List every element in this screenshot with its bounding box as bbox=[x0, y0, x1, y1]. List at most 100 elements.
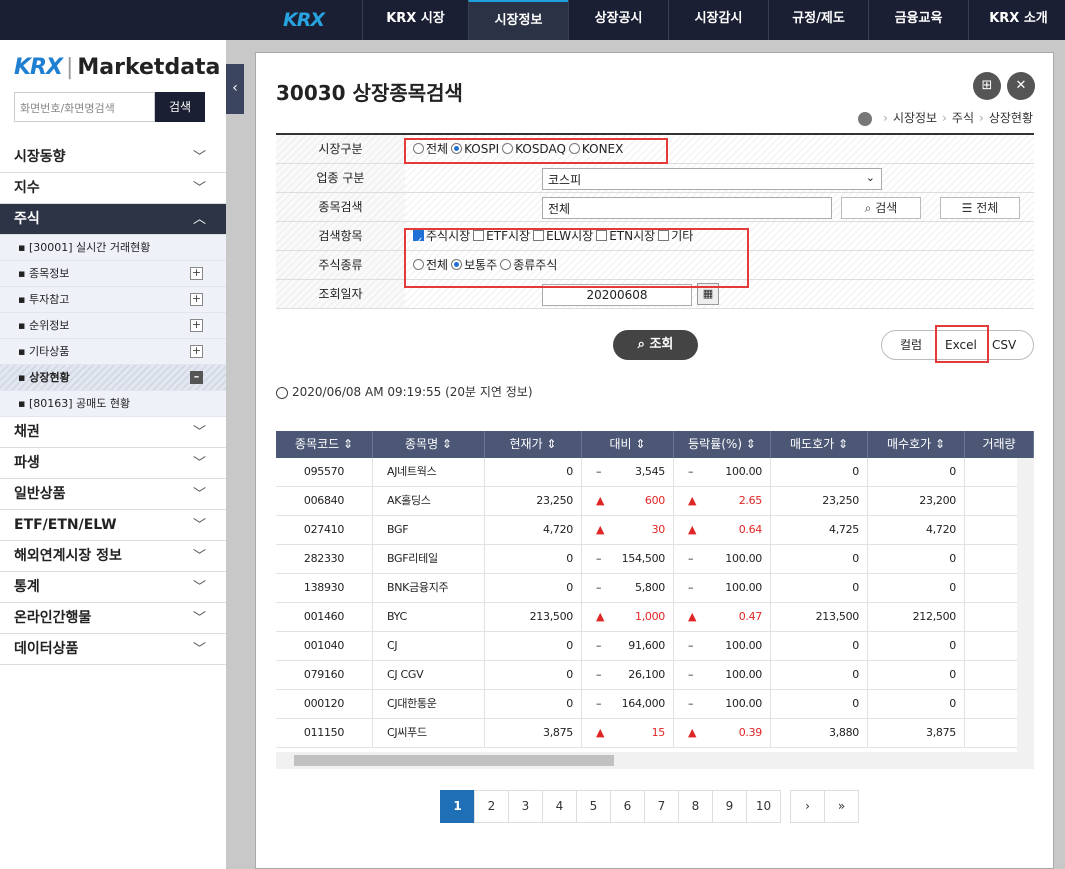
page-button[interactable]: 7 bbox=[644, 790, 679, 823]
top-nav-item[interactable]: KRX 소개 bbox=[968, 0, 1065, 40]
page-button[interactable]: 6 bbox=[610, 790, 645, 823]
sidebar-subitem[interactable]: ▪ [80163] 공매도 현황 bbox=[0, 391, 226, 417]
top-nav-item[interactable]: 상장공시 bbox=[568, 0, 668, 40]
sidebar-item[interactable]: 파생 ﹀ bbox=[0, 448, 226, 479]
industry-select[interactable]: 코스피 ⌄ bbox=[542, 168, 882, 190]
sidebar-subitem-label: ▪ 기타상품 bbox=[18, 345, 70, 358]
page-button[interactable]: 2 bbox=[474, 790, 509, 823]
table-row[interactable]: 138930 BNK금융지주 0–5,800–100.00 0 0 bbox=[276, 574, 1034, 603]
cell-change: ▲ 1,000 bbox=[582, 603, 674, 631]
brand[interactable]: KRX | Marketdata bbox=[14, 55, 220, 80]
chevron-down-icon: ﹀ bbox=[192, 518, 206, 533]
cell-rate: – 100.00 bbox=[674, 632, 771, 660]
brand-logo: KRX bbox=[14, 55, 63, 80]
page-button[interactable]: 10 bbox=[746, 790, 781, 823]
vertical-scrollbar[interactable] bbox=[1017, 458, 1034, 753]
sidebar-item[interactable]: 지수 ﹀ bbox=[0, 173, 226, 204]
stock-search-input[interactable]: 전체 bbox=[542, 197, 832, 219]
chevron-down-icon: ﹀ bbox=[192, 425, 206, 440]
screen-search-button[interactable]: 검색 bbox=[155, 92, 205, 122]
breadcrumb-item[interactable]: 상장현황 bbox=[989, 111, 1033, 125]
chevron-right-icon: › bbox=[979, 111, 984, 125]
sidebar-subitem[interactable]: ▪ 상장현황 – bbox=[0, 365, 226, 391]
sidebar-item[interactable]: 주식 ︿ bbox=[0, 204, 226, 235]
plus-icon[interactable]: + bbox=[190, 319, 203, 332]
home-icon[interactable] bbox=[858, 111, 873, 126]
minus-icon[interactable]: – bbox=[190, 371, 203, 384]
change-value: 100.00 bbox=[725, 668, 762, 681]
page-button[interactable]: 5 bbox=[576, 790, 611, 823]
page-button[interactable]: 3 bbox=[508, 790, 543, 823]
table-row[interactable]: 006840 AK홀딩스 23,250 ▲ 600 ▲ 2.65 23,250 23,200 bbox=[276, 487, 1034, 516]
screen-search-input[interactable]: 화면번호/화면명검색 bbox=[14, 92, 155, 122]
sidebar-subitem[interactable]: ▪ [30001] 실시간 거래현황 bbox=[0, 235, 226, 261]
query-button-label: 조회 bbox=[649, 337, 674, 352]
sidebar-item-label: 채권 bbox=[14, 424, 40, 440]
sidebar-item[interactable]: ETF/ETN/ELW ﹀ bbox=[0, 510, 226, 541]
close-icon[interactable]: ✕ bbox=[1007, 72, 1035, 100]
next-page-button[interactable]: › bbox=[790, 790, 825, 823]
breadcrumb-item[interactable]: 주식 bbox=[952, 111, 974, 125]
top-nav-item[interactable]: 시장감시 bbox=[668, 0, 768, 40]
sidebar-subitem-label: ▪ [80163] 공매도 현황 bbox=[18, 397, 131, 410]
sidebar-item[interactable]: 통계 ﹀ bbox=[0, 572, 226, 603]
sidebar-subitem-label: ▪ 종목정보 bbox=[18, 267, 70, 280]
plus-icon[interactable]: + bbox=[190, 293, 203, 306]
table-column-header[interactable]: 종목명 ⇕ bbox=[373, 431, 485, 458]
plus-icon[interactable]: + bbox=[190, 267, 203, 280]
table-column-header[interactable]: 종목코드 ⇕ bbox=[276, 431, 373, 458]
sidebar-collapse-button[interactable]: ‹ bbox=[226, 64, 244, 114]
last-page-button[interactable]: » bbox=[824, 790, 859, 823]
sidebar-subitem[interactable]: ▪ 투자참고 + bbox=[0, 287, 226, 313]
sidebar-subitem[interactable]: ▪ 종목정보 + bbox=[0, 261, 226, 287]
horizontal-scrollbar[interactable] bbox=[276, 752, 1034, 769]
sidebar-item[interactable]: 일반상품 ﹀ bbox=[0, 479, 226, 510]
search-icon: ⌕ bbox=[637, 337, 650, 352]
table-row[interactable]: 027410 BGF 4,720 ▲ 30 ▲ 0.64 4,725 4,720 bbox=[276, 516, 1034, 545]
up-arrow-icon: ▲ bbox=[596, 610, 605, 623]
table-row[interactable]: 282330 BGF리테일 0–154,500–100.00 0 0 bbox=[276, 545, 1034, 574]
table-row[interactable]: 079160 CJ CGV 0–26,100–100.00 0 0 bbox=[276, 661, 1034, 690]
expand-icon[interactable]: ⊞ bbox=[973, 72, 1001, 100]
sidebar-subitem[interactable]: ▪ 순위정보 + bbox=[0, 313, 226, 339]
sidebar-item[interactable]: 해외연계시장 정보 ﹀ bbox=[0, 541, 226, 572]
column-button[interactable]: 컬럼 bbox=[900, 331, 922, 359]
table-row[interactable]: 000120 CJ대한통운 0–164,000–100.00 0 0 bbox=[276, 690, 1034, 719]
table-column-header[interactable]: 대비 ⇕ bbox=[582, 431, 674, 458]
sidebar-subitem-label: ▪ [30001] 실시간 거래현황 bbox=[18, 241, 151, 254]
top-nav-item[interactable]: 규정/제도 bbox=[768, 0, 868, 40]
table-column-header[interactable]: 매수호가 ⇕ bbox=[868, 431, 965, 458]
table-row[interactable]: 095570 AJ네트웍스 0–3,545–100.00 0 0 bbox=[276, 458, 1034, 487]
table-column-header[interactable]: 거래량 bbox=[965, 431, 1034, 458]
top-nav-item[interactable]: 시장정보 bbox=[468, 0, 568, 40]
table-column-header[interactable]: 등락률(%) ⇕ bbox=[674, 431, 771, 458]
sidebar-item[interactable]: 데이터상품 ﹀ bbox=[0, 634, 226, 665]
scrollbar-thumb[interactable] bbox=[294, 755, 614, 766]
sidebar-item[interactable]: 시장동향 ﹀ bbox=[0, 142, 226, 173]
cell-ask: 0 bbox=[771, 574, 868, 602]
table-column-header[interactable]: 현재가 ⇕ bbox=[485, 431, 582, 458]
page-button[interactable]: 1 bbox=[440, 790, 475, 823]
breadcrumb-item[interactable]: 시장정보 bbox=[893, 111, 937, 125]
csv-button[interactable]: CSV bbox=[992, 331, 1016, 359]
cell-rate: ▲ 0.64 bbox=[674, 516, 771, 544]
table-row[interactable]: 001040 CJ 0–91,600–100.00 0 0 bbox=[276, 632, 1034, 661]
flat-dash-icon: – bbox=[596, 668, 602, 681]
table-column-header[interactable]: 매도호가 ⇕ bbox=[771, 431, 868, 458]
plus-icon[interactable]: + bbox=[190, 345, 203, 358]
top-nav-item[interactable]: 금융교육 bbox=[868, 0, 968, 40]
stock-all-button[interactable]: ☰ 전체 bbox=[940, 197, 1020, 219]
page-button[interactable]: 9 bbox=[712, 790, 747, 823]
sidebar-item[interactable]: 온라인간행물 ﹀ bbox=[0, 603, 226, 634]
top-nav-item[interactable]: KRX 시장 bbox=[362, 0, 468, 40]
sidebar-subitem[interactable]: ▪ 기타상품 + bbox=[0, 339, 226, 365]
sidebar-item[interactable]: 채권 ﹀ bbox=[0, 417, 226, 448]
table-row[interactable]: 011150 CJ씨푸드 3,875 ▲ 15 ▲ 0.39 3,880 3,875 bbox=[276, 719, 1034, 748]
table-row[interactable]: 001460 BYC 213,500 ▲ 1,000 ▲ 0.47 213,500 212,50… bbox=[276, 603, 1034, 632]
sidebar-item-label: 주식 bbox=[14, 211, 40, 227]
query-button[interactable]: ⌕ 조회 bbox=[613, 330, 698, 360]
page-button[interactable]: 4 bbox=[542, 790, 577, 823]
krx-logo[interactable]: KRX bbox=[283, 9, 325, 31]
page-button[interactable]: 8 bbox=[678, 790, 713, 823]
stock-search-button[interactable]: ⌕ 검색 bbox=[841, 197, 921, 219]
